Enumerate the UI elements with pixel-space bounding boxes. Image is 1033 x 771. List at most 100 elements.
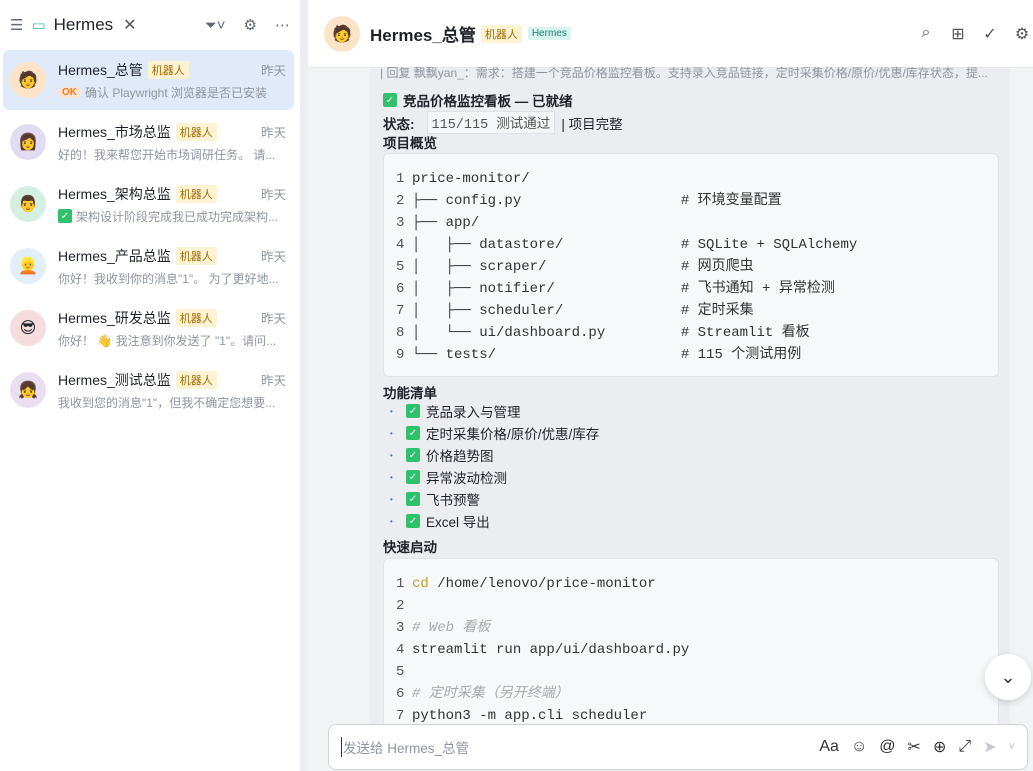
avatar: 👩: [10, 124, 46, 160]
code-line: 5│ ├── scraper/ # 网页爬虫: [396, 256, 998, 278]
add-member-icon[interactable]: ⊞: [949, 24, 967, 44]
feature-list: •✓竞品录入与管理•✓定时采集价格/原价/优惠/库存•✓价格趋势图•✓异常波动检…: [390, 400, 599, 532]
line-number: 3: [396, 617, 412, 639]
gear-icon[interactable]: ⚙: [1013, 24, 1031, 44]
preview-text: 你好！我收到你的消息"1"。 为了更好地...: [58, 270, 279, 287]
emoji-icon[interactable]: ☺: [851, 738, 867, 756]
avatar: 🧑: [10, 62, 46, 98]
avatar[interactable]: 🧑: [324, 16, 360, 52]
chat-item-body: Hermes_架构总监机器人昨天✓架构设计阶段完成我已成功完成架构...: [58, 184, 294, 225]
preview-text: 我收到您的消息"1"，但我不确定您想要...: [58, 394, 275, 411]
chat-item-body: Hermes_研发总监机器人昨天你好！ 👋 我注意到你发送了 "1"。请问...: [58, 308, 294, 349]
checkbox-checked-icon: ✓: [406, 514, 420, 528]
chat-time: 昨天: [261, 246, 286, 265]
bot-badge: 机器人: [481, 25, 522, 43]
chat-time: 昨天: [261, 122, 286, 141]
check-icon[interactable]: ✓: [981, 24, 999, 44]
message-input[interactable]: 发送给 Hermes_总管 Aa ☺ @ ✂ ⊕ ⤢ ➤ ˅: [328, 724, 1028, 770]
line-number: 4: [396, 639, 412, 661]
feature-label: 飞书预警: [426, 489, 480, 509]
more-icon[interactable]: ⋯: [275, 16, 290, 34]
chat-title: Hermes_总管: [370, 21, 476, 46]
check-icon: ✓: [383, 93, 397, 107]
checkbox-checked-icon: ✓: [406, 470, 420, 484]
avatar: 👱: [10, 248, 46, 284]
collapse-sidebar-icon[interactable]: ☰: [10, 16, 23, 34]
bullet: •: [390, 473, 400, 482]
feature-label: 异常波动检测: [426, 467, 507, 487]
code-text: │ ├── scheduler/ # 定时采集: [412, 303, 754, 319]
chat-list-item[interactable]: 👱Hermes_产品总监机器人昨天你好！我收到你的消息"1"。 为了更好地...: [3, 236, 294, 296]
message-placeholder: 发送给 Hermes_总管: [341, 737, 469, 757]
code-token: cd: [412, 576, 429, 592]
code-line: 7│ ├── scheduler/ # 定时采集: [396, 300, 998, 322]
format-icon[interactable]: Aa: [819, 738, 839, 756]
line-number: 6: [396, 683, 412, 705]
overview-heading: 项目概览: [383, 132, 437, 152]
chat-item-header: Hermes_总管机器人昨天: [58, 60, 286, 80]
chat-item-body: Hermes_市场总监机器人昨天好的！我来帮您开始市场调研任务。 请...: [58, 122, 294, 163]
code-line: 2├── config.py # 环境变量配置: [396, 190, 998, 212]
line-number: 5: [396, 661, 412, 683]
line-number: 1: [396, 573, 412, 595]
line-number: 5: [396, 256, 412, 278]
chat-item-header: Hermes_测试总监机器人昨天: [58, 370, 286, 390]
chat-name: Hermes_产品总监: [58, 246, 171, 266]
chat-list-item[interactable]: 🧑Hermes_总管机器人昨天OK确认 Playwright 浏览器是否已安装: [3, 50, 294, 110]
screenshot-icon[interactable]: ✂: [908, 737, 921, 757]
send-icon[interactable]: ➤: [983, 737, 996, 757]
chat-time: 昨天: [261, 60, 286, 79]
quickstart-heading: 快速启动: [383, 536, 437, 556]
feature-label: 定时采集价格/原价/优惠/库存: [426, 423, 599, 443]
code-token: # Web 看板: [412, 620, 490, 636]
preview-text: 确认 Playwright 浏览器是否已安装: [85, 84, 267, 101]
clear-filter-icon[interactable]: ✕: [123, 15, 136, 35]
preview-text: 你好！ 👋 我注意到你发送了 "1"。请问...: [58, 332, 276, 349]
code-line: 5: [396, 661, 998, 683]
bullet: •: [390, 517, 400, 526]
feature-item: •✓定时采集价格/原价/优惠/库存: [390, 422, 599, 444]
code-text: └── tests/ # 115 个测试用例: [412, 347, 801, 363]
chat-list-item[interactable]: 👨Hermes_架构总监机器人昨天✓架构设计阶段完成我已成功完成架构...: [3, 174, 294, 234]
expand-icon[interactable]: ⤢: [958, 738, 971, 756]
sidebar-header: ☰ ▭ Hermes ✕ ⏷˅ ⚙ ⋯: [0, 0, 300, 50]
line-number: 7: [396, 300, 412, 322]
code-line: 3# Web 看板: [396, 617, 998, 639]
code-text: price-monitor/: [412, 171, 530, 187]
line-number: 1: [396, 168, 412, 190]
bullet: •: [390, 451, 400, 460]
line-number: 6: [396, 278, 412, 300]
feature-item: • ✓ Excel 导出: [390, 510, 599, 532]
filter-title: Hermes: [54, 15, 114, 35]
settings-sliders-icon[interactable]: ⚙: [244, 16, 257, 34]
search-icon[interactable]: ⌕: [917, 24, 935, 44]
code-line: 9└── tests/ # 115 个测试用例: [396, 344, 998, 366]
reply-quote[interactable]: | 回复 飘飘yan_：需求：搭建一个竞品价格监控看板。支持录入竞品链接，定时采…: [380, 64, 1000, 81]
chat-list-item[interactable]: 👧Hermes_测试总监机器人昨天我收到您的消息"1"，但我不确定您想要...: [3, 360, 294, 420]
line-number: 8: [396, 322, 412, 344]
chat-list-item[interactable]: 👩Hermes_市场总监机器人昨天好的！我来帮您开始市场调研任务。 请...: [3, 112, 294, 172]
send-options-icon[interactable]: ˅: [1009, 741, 1015, 753]
chat-preview: 我收到您的消息"1"，但我不确定您想要...: [58, 394, 286, 411]
code-block-tree: 1price-monitor/2├── config.py # 环境变量配置3├…: [383, 153, 999, 377]
chat-list-item[interactable]: 😎Hermes_研发总监机器人昨天你好！ 👋 我注意到你发送了 "1"。请问..…: [3, 298, 294, 358]
check-icon: ✓: [58, 209, 72, 223]
code-token: /home/lenovo/price-monitor: [437, 576, 655, 592]
code-text: ├── app/: [412, 215, 479, 231]
chat-name: Hermes_研发总监: [58, 308, 171, 328]
filter-icon[interactable]: ⏷˅: [205, 17, 226, 34]
ok-status-badge: OK: [58, 87, 81, 98]
feature-label: Excel 导出: [426, 511, 490, 531]
features-heading: 功能清单: [383, 382, 437, 402]
scroll-to-bottom-button[interactable]: ⌄: [985, 654, 1031, 700]
bot-badge: 机器人: [148, 61, 189, 79]
bot-badge: 机器人: [176, 123, 217, 141]
code-line: 1cd /home/lenovo/price-monitor: [396, 573, 998, 595]
chat-name: Hermes_测试总监: [58, 370, 171, 390]
feature-item: •✓飞书预警: [390, 488, 599, 510]
add-icon[interactable]: ⊕: [933, 737, 946, 757]
mention-icon[interactable]: @: [879, 738, 895, 756]
bot-badge: 机器人: [176, 309, 217, 327]
chat-item-body: Hermes_产品总监机器人昨天你好！我收到你的消息"1"。 为了更好地...: [58, 246, 294, 287]
divider[interactable]: [300, 0, 308, 771]
